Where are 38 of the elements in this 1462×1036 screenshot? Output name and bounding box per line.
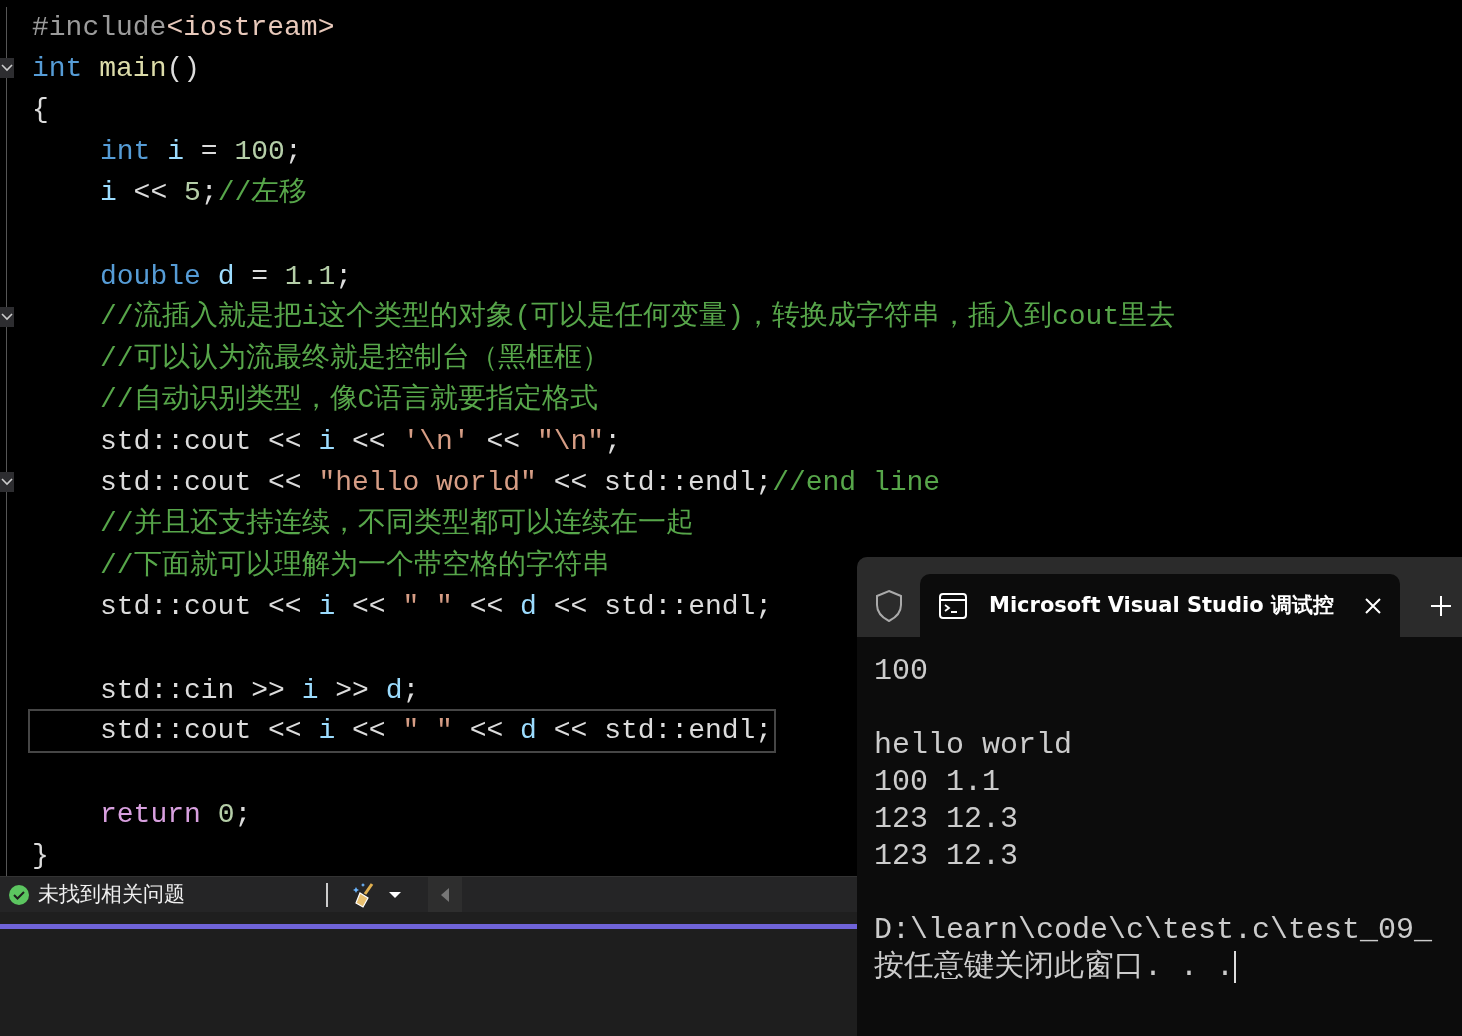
code-line: std::cout << "hello world" << std::endl;//end line (99, 466, 942, 500)
code-line: //并且还支持连续，不同类型都可以连续在一起 (99, 506, 695, 542)
code-line: //可以认为流最终就是控制台（黑框框） (99, 341, 611, 376)
terminal-text: 100 1.1 (874, 764, 1001, 801)
code-line: int i = 100; (99, 134, 303, 169)
code-line: //下面就可以理解为一个带空格的字符串 (99, 548, 611, 583)
add-tab-icon[interactable] (1430, 595, 1452, 617)
close-icon[interactable] (1364, 596, 1383, 615)
status-text: 未找到相关问题 (38, 881, 186, 908)
code-line: std::cout << i << " " << d << std::endl; (30, 711, 775, 752)
terminal-text: 123 12.3 (874, 801, 1019, 838)
code-line: return 0; (99, 797, 253, 832)
code-line: //流插入就是把i这个类型的对象(可以是任何变量)，转换成字符串，插入到cout里去 (99, 299, 1177, 335)
terminal-tab[interactable]: Microsoft Visual Studio 调试控 (920, 574, 1400, 637)
collapse-icon[interactable] (0, 58, 14, 79)
code-line: std::cin >> i >> d; (99, 673, 421, 708)
code-line: //自动识别类型，像C语言就要指定格式 (99, 382, 600, 418)
tab-title: Microsoft Visual Studio 调试控 (989, 591, 1335, 619)
code-line: { (31, 93, 50, 128)
terminal-text: D:\learn\code\c\test.c\test_09_ (874, 912, 1433, 949)
collapse-icon[interactable] (0, 306, 14, 327)
code-line: } (31, 838, 50, 873)
code-line: std::cout << i << '\n' << "\n"; (99, 424, 622, 459)
terminal-text: 100 (874, 653, 928, 690)
collapse-icon[interactable] (0, 472, 14, 493)
code-line: std::cout << i << " " << d << std::endl; (99, 590, 774, 625)
caret-icon (388, 890, 402, 899)
terminal-text: 按任意键关闭此窗口. . . (874, 949, 1234, 986)
check-icon (8, 883, 30, 906)
code-line: #include<iostream> (31, 10, 336, 45)
code-line: int main() (31, 52, 202, 87)
scroll-left-icon[interactable] (440, 886, 450, 903)
console-icon (939, 592, 967, 619)
shield-icon[interactable] (873, 588, 904, 623)
terminal-text: hello world (874, 727, 1073, 764)
terminal-text: 123 12.3 (874, 838, 1019, 875)
code-line: double d = 1.1; (99, 259, 354, 294)
code-line: i << 5;//左移 (99, 176, 309, 211)
